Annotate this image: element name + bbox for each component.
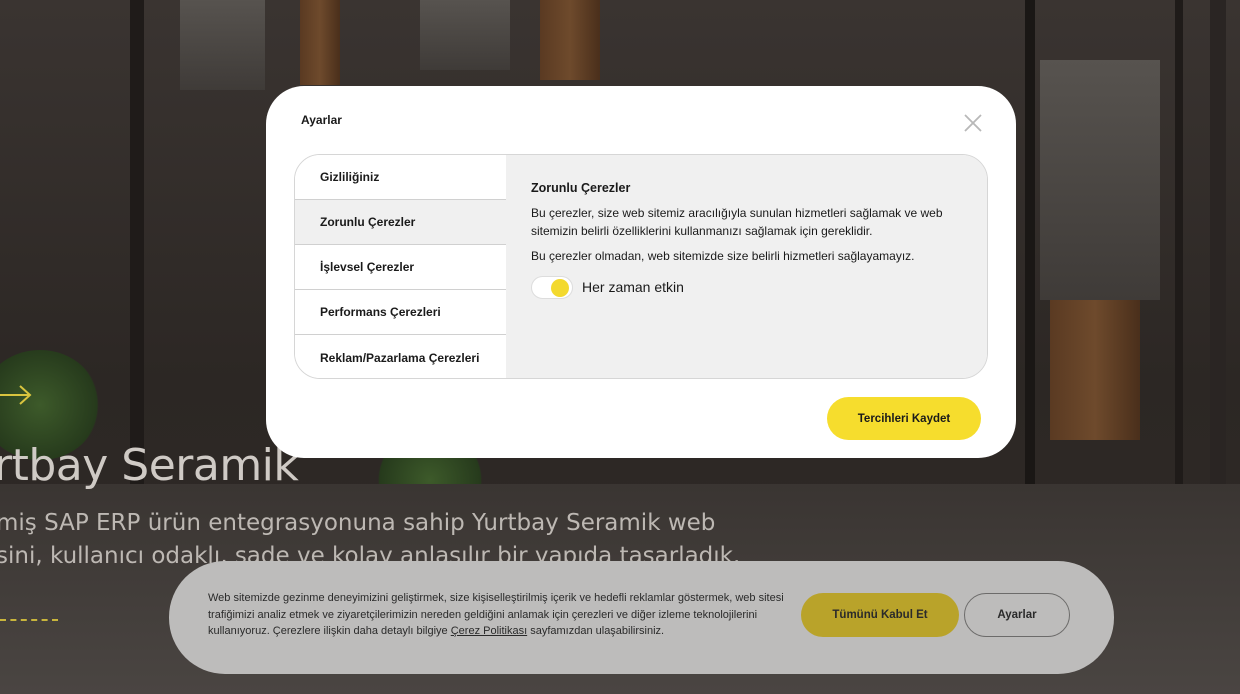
- modal-title: Ayarlar: [301, 113, 342, 127]
- cookie-policy-link[interactable]: Çerez Politikası: [451, 625, 527, 637]
- content-paragraph: Bu çerezler olmadan, web sitemizde size …: [531, 249, 915, 263]
- toggle-knob: [551, 278, 569, 297]
- cookie-banner-text: Web sitemizde gezinme deneyimizini geliş…: [208, 592, 784, 637]
- always-active-toggle[interactable]: [531, 275, 573, 299]
- content-paragraph: Bu çerezler, size web sitemiz aracılığıy…: [531, 206, 943, 238]
- tab-advertising-cookies[interactable]: Reklam/Pazarlama Çerezleri: [295, 335, 506, 378]
- tab-required-cookies[interactable]: Zorunlu Çerezler: [295, 200, 506, 245]
- settings-panel: Gizliliğiniz Zorunlu Çerezler İşlevsel Ç…: [294, 154, 988, 379]
- cookie-banner: Web sitemizde gezinme deneyimizini geliş…: [169, 561, 1114, 674]
- settings-tabs: Gizliliğiniz Zorunlu Çerezler İşlevsel Ç…: [295, 155, 506, 378]
- tab-performance-cookies[interactable]: Performans Çerezleri: [295, 290, 506, 335]
- toggle-label: Her zaman etkin: [582, 279, 684, 295]
- hero-divider: [0, 619, 58, 621]
- settings-button[interactable]: Ayarlar: [964, 593, 1070, 637]
- tab-privacy[interactable]: Gizliliğiniz: [295, 155, 506, 200]
- hero-title: rtbay Seramik: [0, 440, 299, 491]
- tab-content: Zorunlu Çerezler Bu çerezler, size web s…: [506, 155, 987, 378]
- save-preferences-button[interactable]: Tercihleri Kaydet: [827, 397, 981, 440]
- content-heading: Zorunlu Çerezler: [531, 181, 631, 195]
- accept-all-button[interactable]: Tümünü Kabul Et: [801, 593, 959, 637]
- tab-functional-cookies[interactable]: İşlevsel Çerezler: [295, 245, 506, 290]
- close-icon[interactable]: [960, 110, 986, 136]
- always-active-row: Her zaman etkin: [531, 275, 962, 299]
- arrow-right-icon: [0, 385, 32, 405]
- cookie-settings-modal: Ayarlar Gizliliğiniz Zorunlu Çerezler İş…: [266, 86, 1016, 458]
